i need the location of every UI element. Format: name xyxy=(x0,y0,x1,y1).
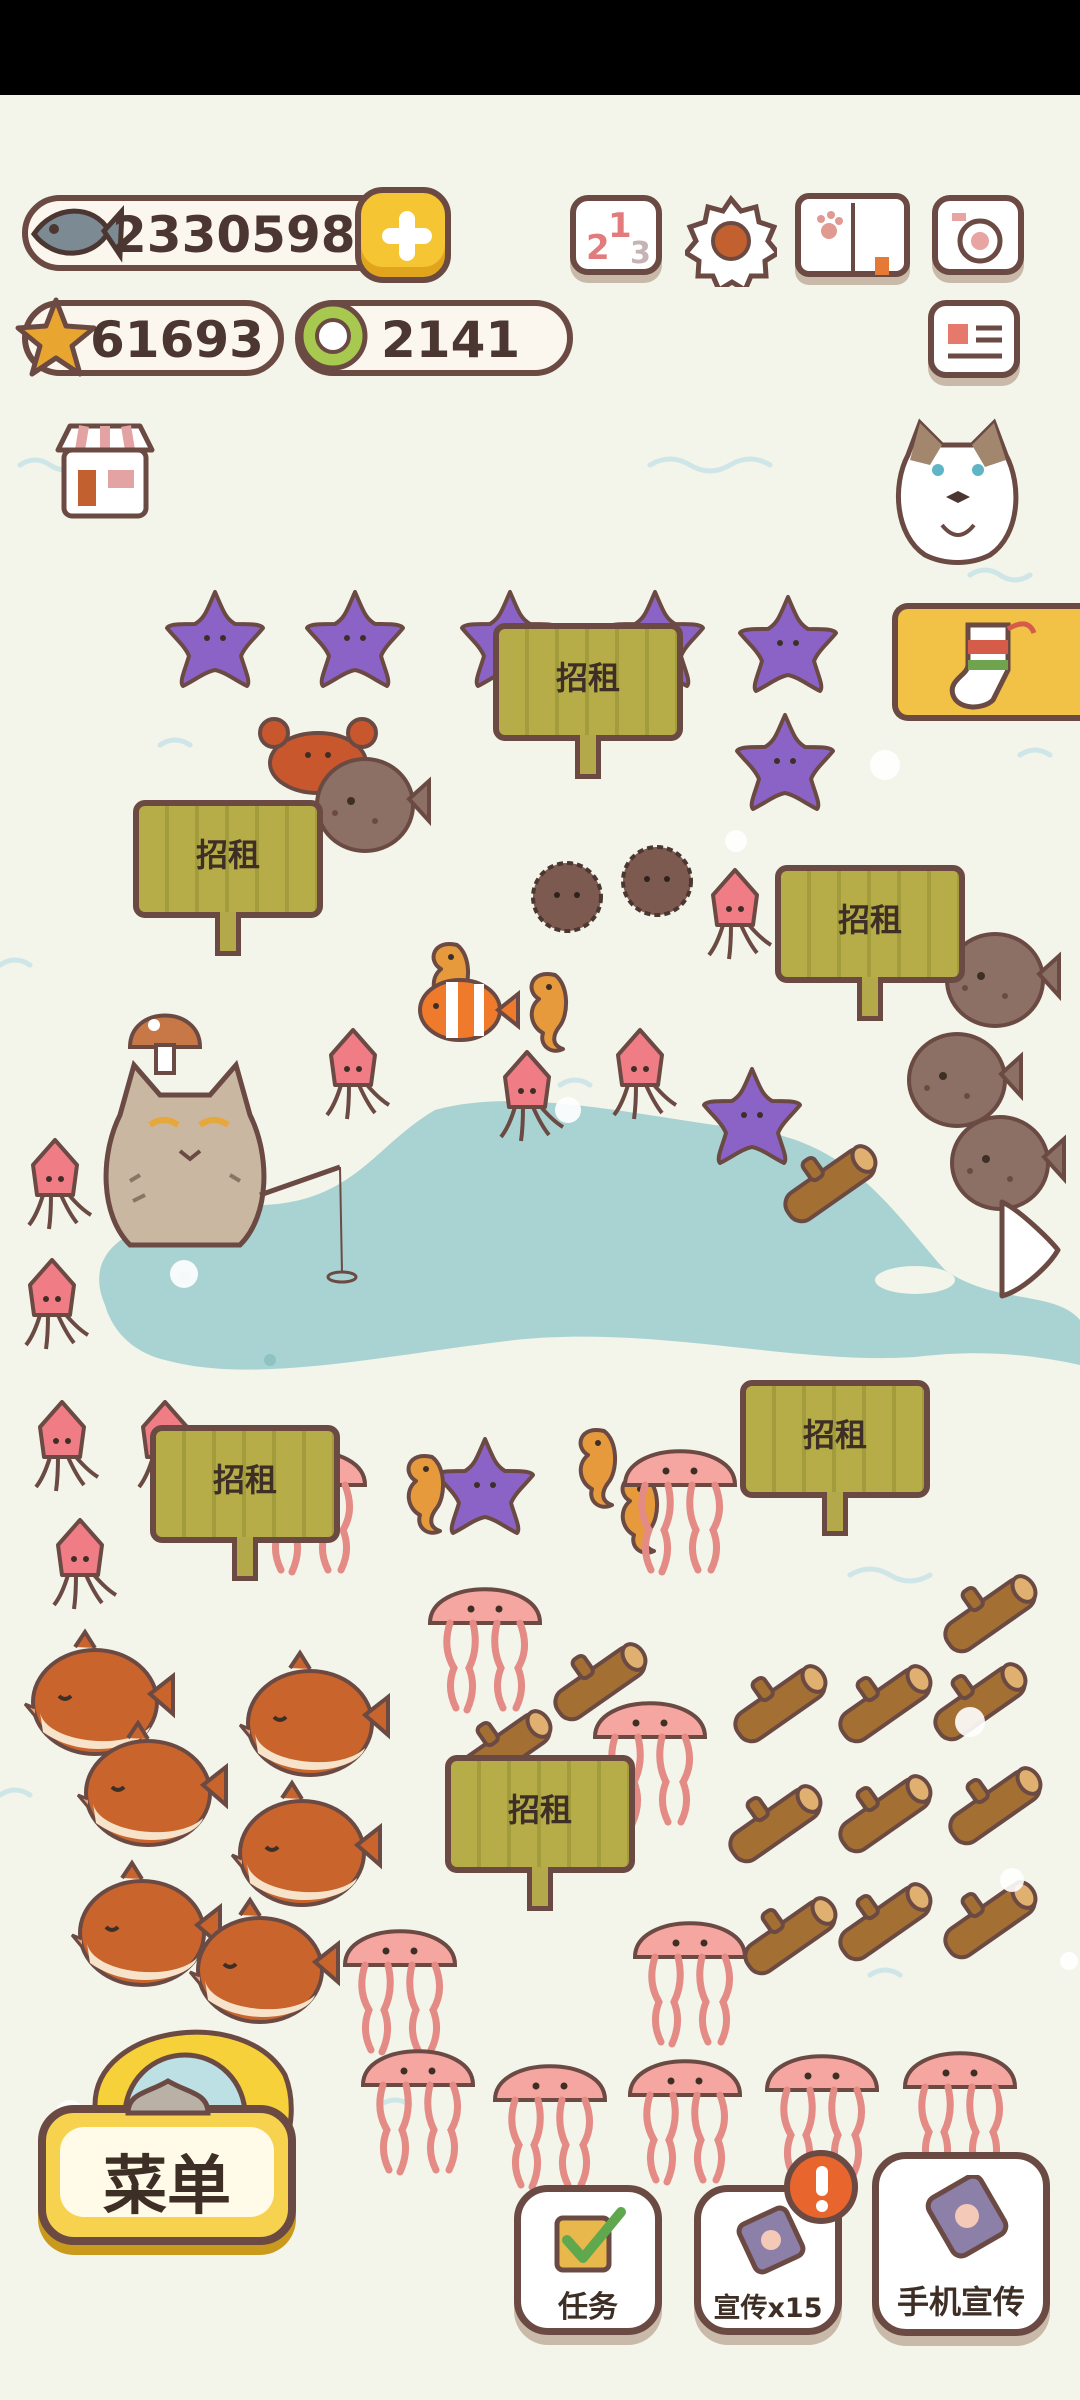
gray-pufferfish[interactable] xyxy=(315,757,431,853)
wood-log[interactable] xyxy=(942,1761,1048,1851)
clownfish[interactable] xyxy=(418,978,520,1042)
bubble xyxy=(1060,1952,1078,1970)
wood-log[interactable] xyxy=(937,1569,1043,1659)
squid[interactable] xyxy=(34,1400,100,1493)
jellyfish[interactable] xyxy=(495,2066,605,2187)
wood-log[interactable] xyxy=(937,1875,1043,1965)
bubble xyxy=(555,1097,581,1123)
status-bar xyxy=(0,0,1080,95)
pufferfish[interactable] xyxy=(23,1630,175,1756)
for-rent-sign[interactable]: 招租 xyxy=(150,1425,340,1581)
squid[interactable] xyxy=(612,1028,678,1121)
seahorse[interactable] xyxy=(406,1453,446,1535)
bubble xyxy=(170,1260,198,1288)
for-rent-label: 招租 xyxy=(837,901,902,939)
wood-log[interactable] xyxy=(832,1877,938,1967)
clipboard-clip-icon xyxy=(125,2078,211,2116)
bubble xyxy=(1000,1868,1024,1892)
squid[interactable] xyxy=(24,1258,90,1351)
sea-urchin[interactable] xyxy=(621,845,693,917)
scroll-right-arrow[interactable] xyxy=(999,1199,1061,1299)
jellyfish[interactable] xyxy=(363,2051,473,2172)
creatures-layer xyxy=(23,590,1066,2249)
for-rent-sign[interactable]: 招租 xyxy=(775,865,965,1021)
jellyfish[interactable] xyxy=(430,1589,540,1710)
starfish[interactable] xyxy=(735,713,835,811)
for-rent-sign[interactable]: 招租 xyxy=(445,1755,635,1911)
for-rent-label: 招租 xyxy=(195,836,260,874)
seahorse[interactable] xyxy=(529,971,569,1053)
jellyfish[interactable] xyxy=(630,2061,740,2182)
pufferfish[interactable] xyxy=(230,1781,382,1907)
promote-label: 宣传x15 xyxy=(713,2293,823,2324)
checkbox-icon xyxy=(554,2207,626,2273)
fishing-cat[interactable] xyxy=(103,1013,358,1284)
jellyfish[interactable] xyxy=(345,1931,455,2052)
phone-promote-button[interactable]: 手机宣传 xyxy=(872,2152,1050,2336)
exclamation-icon xyxy=(816,2166,828,2212)
tasks-button[interactable]: 任务 xyxy=(514,2185,662,2335)
game-world: 23305986 61693 2141 2 1 3 招租 招租 招租 招租 招租… xyxy=(0,95,1080,2400)
squid[interactable] xyxy=(52,1518,118,1611)
wood-log[interactable] xyxy=(727,1659,833,1749)
bubble xyxy=(955,1707,985,1737)
menu-button[interactable]: 菜单 xyxy=(38,2078,296,2245)
phone-promote-label: 手机宣传 xyxy=(896,2283,1025,2321)
for-rent-sign[interactable]: 招租 xyxy=(133,800,323,956)
for-rent-label: 招租 xyxy=(802,1416,867,1454)
wood-log[interactable] xyxy=(777,1139,883,1229)
phone-icon xyxy=(925,2175,1009,2259)
starfish[interactable] xyxy=(738,595,838,693)
for-rent-label: 招租 xyxy=(555,659,620,697)
starfish[interactable] xyxy=(702,1067,802,1165)
alert-badge xyxy=(784,2150,858,2224)
gray-pufferfish[interactable] xyxy=(907,1032,1023,1128)
for-rent-sign[interactable]: 招租 xyxy=(493,623,683,779)
starfish[interactable] xyxy=(305,590,405,688)
sea-urchin[interactable] xyxy=(531,861,603,933)
squid[interactable] xyxy=(325,1028,391,1121)
pufferfish[interactable] xyxy=(238,1651,390,1777)
starfish[interactable] xyxy=(165,590,265,688)
squid[interactable] xyxy=(499,1050,565,1143)
wood-log[interactable] xyxy=(832,1659,938,1749)
bubble xyxy=(870,750,900,780)
bubble xyxy=(725,830,747,852)
menu-label: 菜单 xyxy=(103,2150,231,2224)
seahorse[interactable] xyxy=(578,1427,618,1509)
for-rent-sign[interactable]: 招租 xyxy=(740,1380,930,1536)
starfish[interactable] xyxy=(435,1437,535,1535)
for-rent-label: 招租 xyxy=(212,1461,277,1499)
squid[interactable] xyxy=(707,868,773,961)
wood-log[interactable] xyxy=(832,1769,938,1859)
wood-log[interactable] xyxy=(737,1891,843,1981)
jellyfish[interactable] xyxy=(635,1923,745,2044)
for-rent-label: 招租 xyxy=(507,1791,572,1829)
tasks-label: 任务 xyxy=(558,2290,618,2325)
wood-log[interactable] xyxy=(722,1779,828,1869)
gray-pufferfish[interactable] xyxy=(950,1115,1066,1211)
squid[interactable] xyxy=(27,1138,93,1231)
